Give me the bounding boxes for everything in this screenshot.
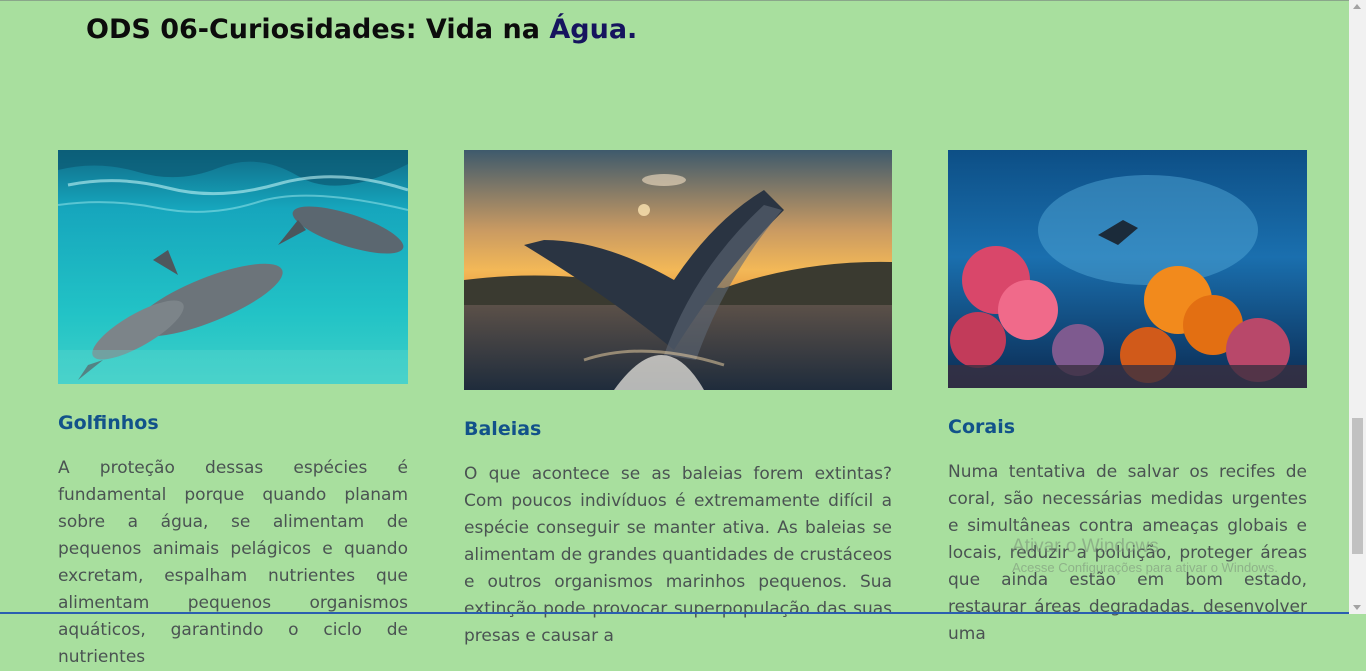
- page-title: ODS 06-Curiosidades: Vida na Água.: [86, 14, 637, 45]
- dolphins-image: [58, 150, 408, 384]
- card-text-golfinhos: A proteção dessas espécies é fundamental…: [58, 458, 408, 667]
- card-heading-corais: Corais: [948, 416, 1016, 438]
- whale-image: [464, 150, 892, 390]
- card-heading-golfinhos: Golfinhos: [58, 412, 159, 434]
- card-text-corais: Numa tentativa de salvar os recifes de c…: [948, 462, 1307, 644]
- top-border: [0, 0, 1349, 1]
- scrollbar-thumb[interactable]: [1352, 418, 1363, 554]
- card-text-baleias: O que acontece se as baleias forem extin…: [464, 464, 892, 646]
- scroll-down-arrow-icon[interactable]: [1353, 605, 1361, 610]
- page-title-accent: Água.: [549, 14, 638, 45]
- card-heading-baleias: Baleias: [464, 418, 542, 440]
- scroll-up-arrow-icon[interactable]: [1353, 4, 1361, 9]
- page-title-main: ODS 06-Curiosidades: Vida na: [86, 14, 550, 45]
- coral-reef-image: [948, 150, 1307, 388]
- vertical-scrollbar[interactable]: [1349, 0, 1366, 614]
